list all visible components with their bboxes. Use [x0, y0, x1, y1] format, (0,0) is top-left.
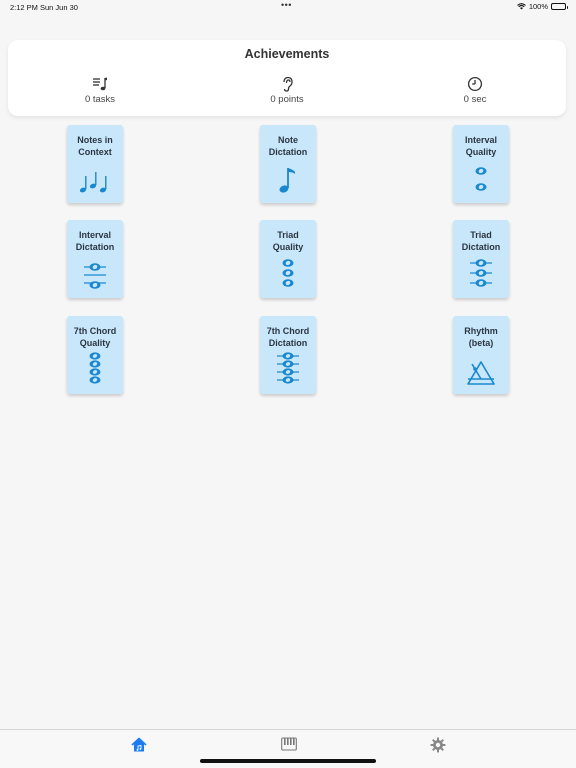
clock-icon	[467, 76, 483, 92]
tile-label: Notes in Context	[77, 135, 113, 157]
stat-points-label: 0 points	[270, 94, 304, 105]
single-note-icon	[279, 168, 295, 193]
tile-triad-dictation[interactable]: Triad Dictation	[453, 220, 509, 298]
tile-interval-dictation[interactable]: Interval Dictation	[67, 220, 123, 298]
home-icon	[131, 737, 147, 752]
piano-icon	[281, 737, 297, 751]
stat-tasks-label: 0 tasks	[84, 94, 116, 105]
tile-label: Triad Dictation	[461, 230, 501, 252]
triad-ledger-icon	[470, 259, 492, 287]
seventh-chord-icon	[89, 352, 101, 384]
stat-points: 0 points	[237, 76, 337, 105]
achievements-card: Achievements 0 tasks 0 points 0 sec	[8, 40, 566, 116]
ear-icon	[283, 76, 293, 92]
status-date: Sun Jun 30	[40, 3, 78, 12]
wifi-icon	[516, 3, 526, 10]
tab-home[interactable]	[131, 737, 147, 753]
tile-note-dictation[interactable]: Note Dictation	[260, 125, 316, 203]
stat-time: 0 sec	[425, 76, 525, 105]
tile-label: 7th Chord Quality	[73, 326, 117, 348]
tile-label: 7th Chord Dictation	[266, 326, 310, 348]
status-time: 2:12 PM	[10, 3, 38, 12]
tile-notes-in-context[interactable]: Notes in Context	[67, 125, 123, 203]
triad-icon	[282, 259, 294, 287]
tile-rhythm-beta[interactable]: Rhythm (beta)	[453, 316, 509, 394]
interval-ledger-icon	[84, 263, 106, 289]
stat-time-label: 0 sec	[463, 94, 487, 105]
seventh-chord-ledger-icon	[277, 352, 299, 384]
tile-label: Rhythm (beta)	[464, 326, 498, 348]
three-notes-icon	[79, 172, 107, 193]
tile-7th-chord-quality[interactable]: 7th Chord Quality	[67, 316, 123, 394]
gear-icon	[430, 737, 446, 753]
status-bar: 2:12 PM Sun Jun 30 ••• 100%	[0, 0, 576, 16]
multitask-dots[interactable]: •••	[281, 0, 292, 10]
tile-label: Triad Quality	[272, 230, 304, 252]
tab-settings[interactable]	[430, 737, 446, 753]
achievements-title: Achievements	[244, 47, 330, 61]
tile-label: Interval Dictation	[75, 230, 115, 252]
status-right: 100%	[516, 2, 568, 11]
home-indicator	[200, 759, 376, 763]
battery-percent: 100%	[528, 2, 548, 11]
stat-tasks: 0 tasks	[50, 76, 150, 105]
metronome-icon	[467, 361, 495, 385]
tile-interval-quality[interactable]: Interval Quality	[453, 125, 509, 203]
battery-icon	[551, 3, 568, 10]
tile-triad-quality[interactable]: Triad Quality	[260, 220, 316, 298]
tile-label: Note Dictation	[268, 135, 308, 157]
tab-piano[interactable]	[281, 737, 297, 753]
interval-notes-icon	[475, 167, 487, 191]
tile-7th-chord-dictation[interactable]: 7th Chord Dictation	[260, 316, 316, 394]
tile-label: Interval Quality	[464, 135, 497, 157]
music-list-icon	[93, 77, 107, 91]
tab-bar	[0, 729, 576, 768]
